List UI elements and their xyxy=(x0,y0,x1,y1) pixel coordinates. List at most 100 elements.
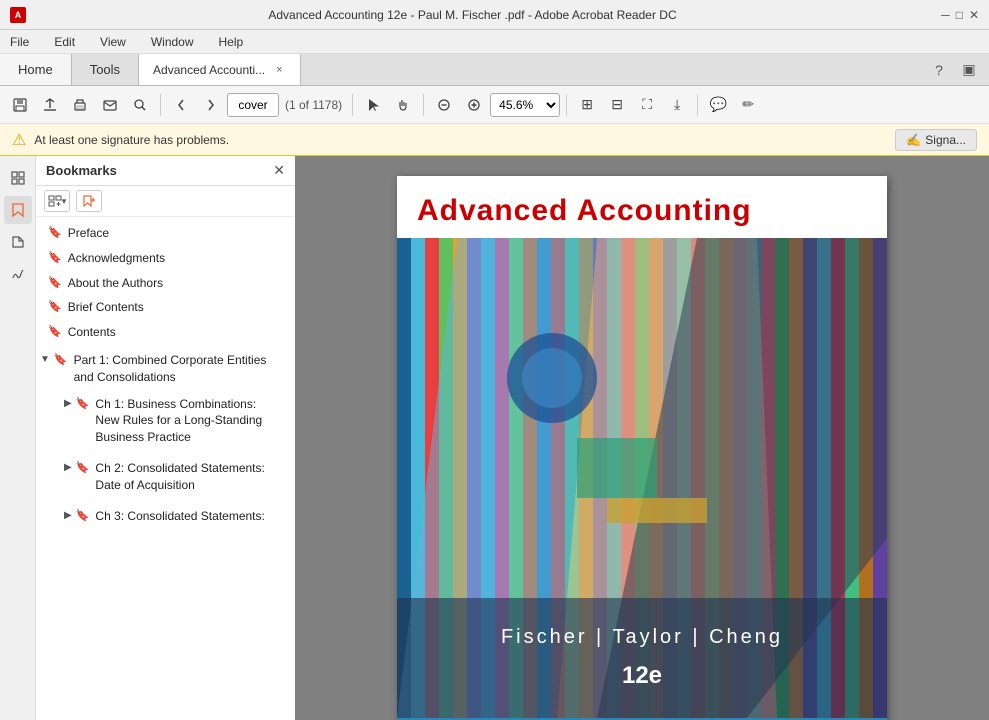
signature-label: Signa... xyxy=(925,133,966,147)
bookmark-group-part1-header[interactable]: ▼ 🔖 Part 1: Combined Corporate Entities … xyxy=(40,349,287,389)
panel-thumbnail-icon[interactable] xyxy=(4,164,32,192)
tab-tools[interactable]: Tools xyxy=(72,54,139,85)
tab-right-icons: ? ▣ xyxy=(927,54,989,85)
pdf-viewer[interactable]: Advanced Accounting xyxy=(295,156,989,720)
bookmarks-list: 🔖 Preface 🔖 Acknowledgments 🔖 About the … xyxy=(36,217,295,720)
bookmark-ch3-label: Ch 3: Consolidated Statements: xyxy=(95,508,264,525)
tab-document-label: Advanced Accounti... xyxy=(153,63,265,77)
bookmark-group-ch1: ▶ 🔖 Ch 1: Business Combinations: New Rul… xyxy=(60,389,287,453)
toolbar-separator-1 xyxy=(160,94,161,116)
email-btn[interactable] xyxy=(96,91,124,119)
menu-edit[interactable]: Edit xyxy=(49,33,80,51)
warning-bar: ⚠ At least one signature has problems. ✍… xyxy=(0,124,989,156)
bookmark-icon: 🔖 xyxy=(48,226,62,241)
main-area: Bookmarks ✕ ▾ 🔖 Preface xyxy=(0,156,989,720)
bookmark-icon: 🔖 xyxy=(76,461,90,474)
maximize-btn[interactable]: □ xyxy=(956,8,963,22)
bookmark-group-part1: ▼ 🔖 Part 1: Combined Corporate Entities … xyxy=(36,345,295,535)
svg-text:12e: 12e xyxy=(622,662,662,689)
panel-icons xyxy=(0,156,36,720)
bookmark-preface-label: Preface xyxy=(68,225,109,242)
bookmark-about-authors[interactable]: 🔖 About the Authors xyxy=(36,271,295,296)
menu-view[interactable]: View xyxy=(95,33,131,51)
upload-btn[interactable] xyxy=(36,91,64,119)
expand-icon: ▾ xyxy=(62,196,67,207)
page-input[interactable] xyxy=(227,93,279,117)
fullscreen-btn[interactable]: ⛶ xyxy=(633,91,661,119)
tab-home[interactable]: Home xyxy=(0,54,72,85)
tab-bar: Home Tools Advanced Accounti... × ? ▣ xyxy=(0,54,989,86)
toolbar: (1 of 1178) 45.6% 50% 75% 100% ⊞ ⊟ ⛶ ⤓ 💬… xyxy=(0,86,989,124)
collapse-icon: ▼ xyxy=(40,354,50,365)
bookmark-icon: 🔖 xyxy=(76,397,90,410)
bookmarks-title: Bookmarks xyxy=(46,163,117,178)
bookmark-part1-label: Part 1: Combined Corporate Entities and … xyxy=(74,352,287,386)
bookmark-group-ch3-header[interactable]: ▶ 🔖 Ch 3: Consolidated Statements: xyxy=(64,505,279,528)
bookmark-group-ch1-header[interactable]: ▶ 🔖 Ch 1: Business Combinations: New Rul… xyxy=(64,393,279,449)
bookmark-contents-label: Contents xyxy=(68,324,116,341)
cover-art: Fischer | Taylor | Cheng 12e xyxy=(397,238,887,720)
menu-file[interactable]: File xyxy=(5,33,34,51)
warning-icon: ⚠ xyxy=(12,130,26,150)
zoom-in-btn[interactable] xyxy=(460,91,488,119)
page-info: (1 of 1178) xyxy=(281,98,346,112)
panel-signature-icon[interactable] xyxy=(4,260,32,288)
signature-icon: ✍ xyxy=(906,133,921,147)
toolbar-separator-4 xyxy=(566,94,567,116)
prev-page-btn[interactable] xyxy=(167,91,195,119)
title-bar: A Advanced Accounting 12e - Paul M. Fisc… xyxy=(0,0,989,30)
bookmark-preface[interactable]: 🔖 Preface xyxy=(36,221,295,246)
bookmarks-panel: Bookmarks ✕ ▾ 🔖 Preface xyxy=(36,156,295,720)
zoom-select[interactable]: 45.6% 50% 75% 100% xyxy=(490,93,560,117)
tab-tools-label: Tools xyxy=(90,62,120,77)
bookmark-brief-contents[interactable]: 🔖 Brief Contents xyxy=(36,295,295,320)
bookmark-icon: 🔖 xyxy=(48,300,62,315)
save-btn[interactable] xyxy=(6,91,34,119)
tab-close-btn[interactable]: × xyxy=(273,63,285,77)
menu-help[interactable]: Help xyxy=(214,33,249,51)
expand-icon: ▶ xyxy=(64,510,72,521)
fit-width-btn[interactable]: ⊟ xyxy=(603,91,631,119)
search-btn[interactable] xyxy=(126,91,154,119)
comment-btn[interactable]: 💬 xyxy=(704,91,732,119)
bookmark-group-ch2-header[interactable]: ▶ 🔖 Ch 2: Consolidated Statements: Date … xyxy=(64,457,279,497)
menu-window[interactable]: Window xyxy=(146,33,199,51)
left-panel-wrapper: Bookmarks ✕ ▾ 🔖 Preface xyxy=(0,156,295,720)
help-icon[interactable]: ? xyxy=(927,58,951,82)
hand-tool-btn[interactable] xyxy=(389,91,417,119)
bookmarks-expand-btn[interactable]: ▾ xyxy=(44,190,70,212)
bookmark-icon: 🔖 xyxy=(48,251,62,266)
next-page-btn[interactable] xyxy=(197,91,225,119)
svg-text:Fischer | Taylor | Cheng: Fischer | Taylor | Cheng xyxy=(501,626,783,648)
cover-title: Advanced Accounting xyxy=(397,176,887,238)
bookmarks-header: Bookmarks ✕ xyxy=(36,156,295,186)
pdf-page: Advanced Accounting xyxy=(397,176,887,720)
minimize-btn[interactable]: ─ xyxy=(941,8,950,22)
sign-in-icon[interactable]: ▣ xyxy=(957,58,981,82)
bookmark-ch1-label: Ch 1: Business Combinations: New Rules f… xyxy=(95,396,279,446)
edit-btn[interactable]: ✏ xyxy=(734,91,762,119)
bookmark-about-authors-label: About the Authors xyxy=(68,275,163,292)
list-spacer xyxy=(36,535,295,555)
bookmark-icon: 🔖 xyxy=(48,325,62,340)
bookmark-icon: 🔖 xyxy=(54,353,68,366)
book-cover: Advanced Accounting xyxy=(397,176,887,720)
close-btn[interactable]: ✕ xyxy=(969,8,979,22)
zoom-out-btn[interactable] xyxy=(430,91,458,119)
panel-bookmark-icon[interactable] xyxy=(4,196,32,224)
bookmark-ch2-label: Ch 2: Consolidated Statements: Date of A… xyxy=(95,460,279,494)
window-title: Advanced Accounting 12e - Paul M. Fische… xyxy=(26,8,919,22)
bookmarks-close-btn[interactable]: ✕ xyxy=(273,162,285,179)
toolbar-separator-5 xyxy=(697,94,698,116)
tab-document[interactable]: Advanced Accounti... × xyxy=(139,54,301,85)
panel-attachments-icon[interactable] xyxy=(4,228,32,256)
extract-btn[interactable]: ⤓ xyxy=(663,91,691,119)
select-tool-btn[interactable] xyxy=(359,91,387,119)
bookmark-contents[interactable]: 🔖 Contents xyxy=(36,320,295,345)
bookmark-acknowledgments[interactable]: 🔖 Acknowledgments xyxy=(36,246,295,271)
bookmarks-add-btn[interactable] xyxy=(76,190,102,212)
fit-page-btn[interactable]: ⊞ xyxy=(573,91,601,119)
print-btn[interactable] xyxy=(66,91,94,119)
bookmark-icon: 🔖 xyxy=(76,509,90,522)
signature-btn[interactable]: ✍ Signa... xyxy=(895,129,977,151)
